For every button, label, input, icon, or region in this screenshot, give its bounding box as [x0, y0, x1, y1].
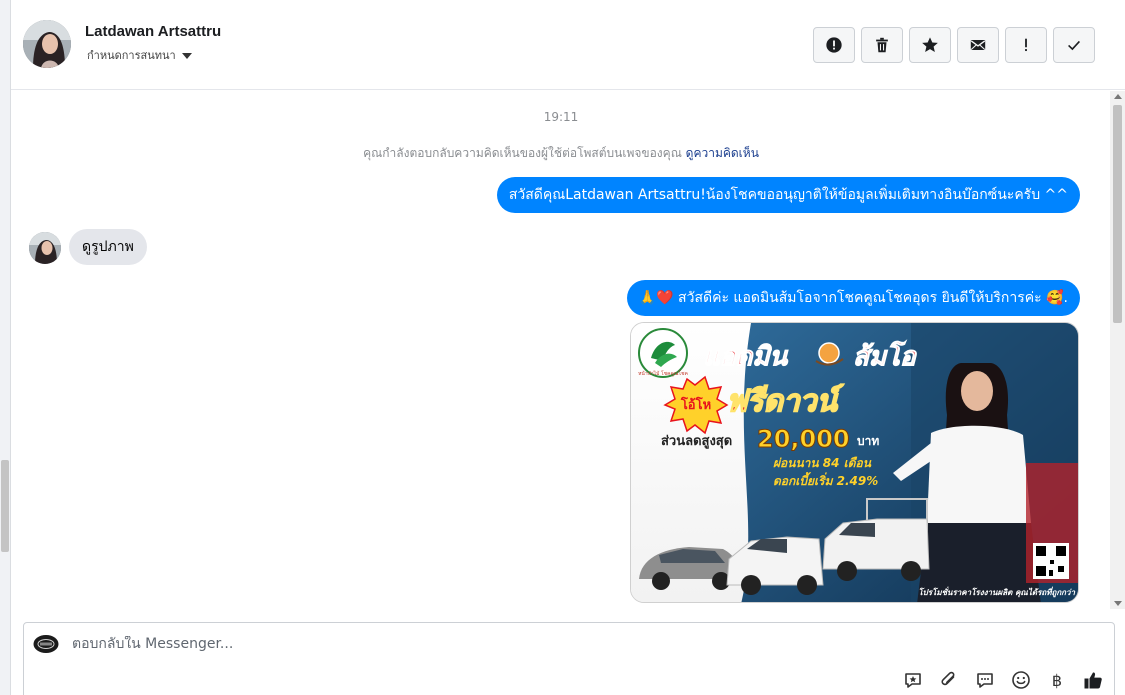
caret-down-icon — [181, 52, 192, 59]
saved-replies-button[interactable] — [902, 669, 924, 691]
promo-interest: ดอกเบี้ยเริ่ม 2.49% — [773, 472, 878, 488]
promo-discount-amount: 20,000 — [757, 425, 850, 453]
star-icon — [922, 37, 938, 53]
left-scrollbar[interactable] — [0, 0, 11, 695]
page-logo-icon — [33, 635, 59, 653]
promo-image-attachment[interactable]: หน้าป่าไม้ โชคคูณโชค แอดมิน ส้มโอ โอ้โห … — [630, 322, 1079, 603]
report-spam-button[interactable] — [813, 27, 855, 63]
contact-name[interactable]: Latdawan Artsattru — [85, 23, 221, 40]
page-avatar — [33, 634, 59, 654]
checkmark-icon — [1068, 40, 1080, 51]
thumbs-up-button[interactable] — [1082, 669, 1104, 691]
promo-discount-label: ส่วนลดสูงสุด — [661, 434, 732, 449]
contact-avatar-small-image — [29, 232, 61, 264]
comment-context-notice: คุณกำลังตอบกลับความคิดเห็นของผู้ใช้ต่อโพ… — [11, 144, 1111, 163]
conversation-header: Latdawan Artsattru กำหนดการสนทนา — [11, 0, 1125, 90]
envelope-icon — [970, 40, 986, 50]
composer-toolbar: ฿ — [902, 669, 1104, 691]
message-bubble-outgoing[interactable]: สวัสดีคุณLatdawan Artsattru!น้องโชคขออนุ… — [496, 177, 1080, 213]
promo-discount-unit: บาท — [857, 434, 879, 448]
contact-avatar[interactable] — [23, 20, 71, 68]
view-comment-link[interactable]: ดูความคิดเห็น — [686, 146, 759, 160]
alert-circle-icon — [826, 37, 842, 53]
messenger-inbox-app: Latdawan Artsattru กำหนดการสนทนา 19:11 ค… — [0, 0, 1125, 695]
message-timestamp: 19:11 — [543, 110, 579, 124]
scroll-down-arrow-icon[interactable] — [1114, 601, 1122, 606]
star-button[interactable] — [909, 27, 951, 63]
trash-icon — [876, 37, 888, 53]
conversation-toolbar — [813, 27, 1095, 63]
thread-scrollbar-thumb[interactable] — [1113, 105, 1122, 323]
promo-headline-left: แอดมิน — [703, 342, 788, 372]
comment-context-text: คุณกำลังตอบกลับความคิดเห็นของผู้ใช้ต่อโพ… — [363, 146, 682, 160]
delete-button[interactable] — [861, 27, 903, 63]
left-scrollbar-thumb[interactable] — [1, 460, 9, 552]
reply-input[interactable] — [72, 636, 772, 652]
exclamation-icon — [1025, 38, 1027, 52]
brand-logo-text: หน้าป่าไม้ โชคคูณโชค — [638, 370, 688, 377]
baht-icon: ฿ — [1051, 670, 1063, 690]
thread-scrollbar[interactable] — [1110, 91, 1125, 609]
emoji-icon — [1012, 671, 1030, 689]
snail-icon — [818, 342, 840, 364]
reply-composer: ฿ — [23, 622, 1115, 695]
attachment-button[interactable] — [938, 669, 960, 691]
conversation-options-dropdown[interactable]: กำหนดการสนทนา — [87, 46, 192, 64]
promo-headline-right: ส้มโอ — [853, 340, 917, 372]
contact-avatar-image — [23, 20, 71, 68]
scroll-up-arrow-icon[interactable] — [1114, 94, 1122, 99]
quick-replies-button[interactable] — [974, 669, 996, 691]
contact-avatar-small[interactable] — [29, 232, 61, 264]
promo-installment: ผ่อนนาน 84 เดือน — [773, 456, 872, 470]
emoji-button[interactable] — [1010, 669, 1032, 691]
message-bubble-outgoing-greeting[interactable]: 🙏❤️ สวัสดีค่ะ แอดมินส้มโอจากโชคคูณโชคอุด… — [626, 280, 1080, 316]
conversation-options-label: กำหนดการสนทนา — [87, 49, 176, 62]
promo-badge: โอ้โห — [680, 396, 711, 413]
follow-up-button[interactable] — [1005, 27, 1047, 63]
message-bubble-incoming[interactable]: ดูรูปภาพ — [69, 229, 147, 265]
mark-unread-button[interactable] — [957, 27, 999, 63]
payment-button[interactable]: ฿ — [1046, 669, 1068, 691]
chat-bubble-icon — [977, 673, 993, 688]
attachment-icon — [941, 671, 955, 686]
promo-image: หน้าป่าไม้ โชคคูณโชค แอดมิน ส้มโอ โอ้โห … — [631, 323, 1078, 602]
saved-replies-icon — [905, 673, 921, 688]
message-thread[interactable]: 19:11 คุณกำลังตอบกลับความคิดเห็นของผู้ใช… — [11, 91, 1125, 609]
promo-footer: โปรโมชั่นราคาโรงงานผลิต คุณได้รถที่ถูกกว… — [918, 586, 1075, 598]
promo-free-down: ฟรีดาวน์ — [726, 384, 844, 419]
mark-done-button[interactable] — [1053, 27, 1095, 63]
thumbs-up-icon — [1084, 672, 1102, 689]
